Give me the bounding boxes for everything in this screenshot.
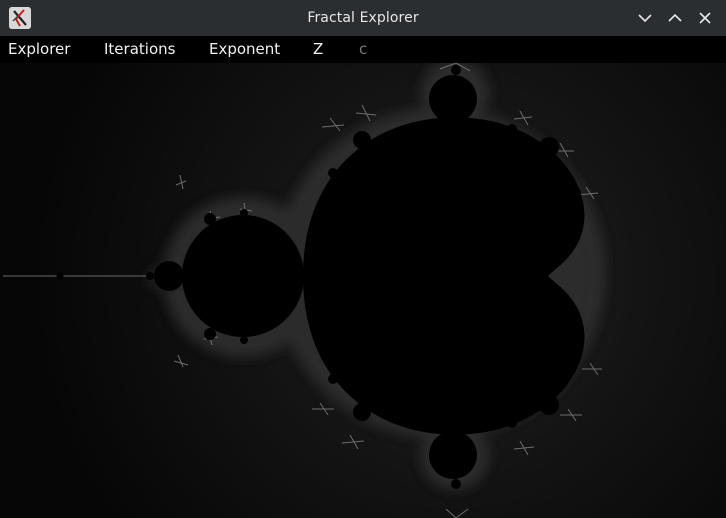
minimize-icon[interactable] [635,8,655,28]
title-bar[interactable]: Fractal Explorer [0,0,726,36]
menu-exponent[interactable]: Exponent [209,36,280,63]
period2-bulb [182,215,304,337]
bottom-bulb [429,431,477,479]
window-title: Fractal Explorer [307,10,419,26]
menu-c[interactable]: c [359,36,367,63]
close-icon[interactable] [695,8,715,28]
menu-bar: Explorer Iterations Exponent Z c [0,36,726,63]
period4-bulb [154,261,184,291]
top-bulb [429,75,477,123]
maximize-icon[interactable] [665,8,685,28]
menu-iterations[interactable]: Iterations [104,36,175,63]
main-cardioid [303,117,585,435]
mandelbrot-render [0,63,726,518]
menu-explorer[interactable]: Explorer [8,36,70,63]
menu-z[interactable]: Z [313,36,323,63]
app-window: Fractal Explorer Explorer Iterations Exp… [0,0,726,518]
fractal-canvas[interactable] [0,63,726,518]
